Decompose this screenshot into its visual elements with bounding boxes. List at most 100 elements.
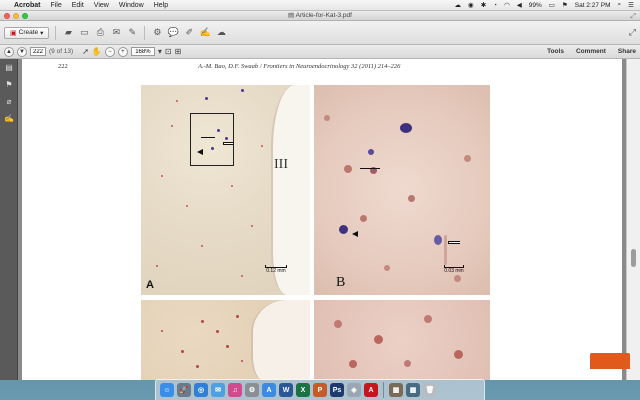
stained-cell bbox=[196, 365, 199, 368]
tools-tab[interactable]: Tools bbox=[547, 48, 564, 55]
trash-icon[interactable]: 🗑 bbox=[423, 383, 437, 397]
sign-icon[interactable]: ✍ bbox=[199, 27, 211, 39]
fiber bbox=[444, 235, 447, 265]
running-title: A.-M. Bao, D.F. Swaab / Frontiers in Neu… bbox=[198, 63, 401, 70]
create-pdf-icon: ▣ bbox=[10, 29, 17, 37]
dock-divider bbox=[383, 382, 384, 398]
hand-tool-icon[interactable]: ✋ bbox=[92, 47, 102, 56]
menu-app-name[interactable]: Acrobat bbox=[14, 2, 40, 9]
close-window-button[interactable] bbox=[4, 13, 10, 19]
scale-bar-a: 0.12 mm bbox=[265, 265, 287, 274]
toolbar-divider bbox=[144, 25, 146, 40]
menu-view[interactable]: View bbox=[94, 2, 109, 9]
preview-icon[interactable]: ◈ bbox=[347, 383, 361, 397]
stained-cell bbox=[454, 275, 461, 282]
flag-icon[interactable]: ⚑ bbox=[562, 1, 568, 9]
share-tab[interactable]: Share bbox=[618, 48, 636, 55]
create-button[interactable]: ▣ Create ▾ bbox=[4, 26, 50, 39]
powerpoint-icon[interactable]: P bbox=[313, 383, 327, 397]
menu-bar: Acrobat File Edit View Window Help ☁ ◉ ✱… bbox=[0, 0, 640, 11]
share-cloud-icon[interactable]: ☁ bbox=[215, 27, 227, 39]
next-page-icon[interactable]: ▼ bbox=[17, 46, 27, 57]
status-sync-icon[interactable]: ☁ bbox=[455, 1, 462, 9]
menu-clock[interactable]: Sat 2:27 PM bbox=[575, 2, 611, 9]
status-eye-icon[interactable]: ◉ bbox=[468, 1, 474, 9]
arrow-marker bbox=[360, 168, 380, 169]
finder-icon[interactable]: ☺ bbox=[160, 383, 174, 397]
itunes-icon[interactable]: ♫ bbox=[228, 383, 242, 397]
zoom-level-input[interactable] bbox=[130, 47, 155, 56]
stained-cell bbox=[464, 155, 471, 162]
open-arrow-marker bbox=[448, 241, 460, 244]
minimize-window-button[interactable] bbox=[13, 13, 19, 19]
window-title: Article-for-Kat-3.pdf bbox=[295, 12, 352, 19]
launchpad-icon[interactable]: 🚀 bbox=[177, 383, 191, 397]
vertical-scrollbar[interactable] bbox=[626, 59, 640, 380]
select-tool-icon[interactable]: ➚ bbox=[82, 47, 89, 56]
menu-window[interactable]: Window bbox=[119, 2, 144, 9]
panel-b-label: B bbox=[336, 275, 346, 290]
acrobat-icon[interactable]: A bbox=[364, 383, 378, 397]
zoom-out-icon[interactable]: − bbox=[104, 46, 115, 57]
zoom-in-icon[interactable]: + bbox=[117, 46, 128, 57]
figure-panel-d bbox=[314, 300, 490, 380]
menu-file[interactable]: File bbox=[50, 2, 61, 9]
open-folder-icon[interactable]: ▰ bbox=[62, 27, 74, 39]
maximize-window-button[interactable] bbox=[22, 13, 28, 19]
menu-help[interactable]: Help bbox=[154, 2, 168, 9]
bookmarks-icon[interactable]: ⚑ bbox=[0, 76, 18, 93]
signatures-icon[interactable]: ✍ bbox=[0, 110, 18, 127]
document-viewport[interactable]: 222 A.-M. Bao, D.F. Swaab / Frontiers in… bbox=[18, 59, 626, 380]
battery-percent[interactable]: 99% bbox=[529, 2, 542, 9]
stained-cell bbox=[161, 175, 163, 177]
battery-icon[interactable]: ▭ bbox=[549, 1, 555, 9]
comment-icon[interactable]: 💬 bbox=[167, 27, 179, 39]
window-titlebar: ▤ Article-for-Kat-3.pdf ⤢ bbox=[0, 11, 640, 21]
expand-panel-icon[interactable]: ⤢ bbox=[629, 27, 636, 38]
settings-icon[interactable]: ⚙ bbox=[245, 383, 259, 397]
stained-cell bbox=[201, 320, 204, 323]
safari-icon[interactable]: ◎ bbox=[194, 383, 208, 397]
status-bluetooth-icon[interactable]: ✱ bbox=[481, 1, 486, 9]
scrollbar-thumb[interactable] bbox=[631, 249, 636, 267]
figure-panel-b: B 0.03 mm bbox=[314, 85, 490, 295]
spotlight-icon[interactable]: ⌕ bbox=[618, 1, 622, 9]
gear-icon[interactable]: ⚙ bbox=[151, 27, 163, 39]
comment-tab[interactable]: Comment bbox=[576, 48, 606, 55]
print-icon[interactable]: ⎙ bbox=[94, 27, 106, 39]
stained-cell bbox=[236, 315, 239, 318]
attachments-icon[interactable]: ⌀ bbox=[0, 93, 18, 110]
status-volume-icon[interactable]: ◀ bbox=[517, 1, 522, 9]
page-number: 222 bbox=[58, 63, 68, 70]
scale-bar-b-label: 0.03 mm bbox=[444, 268, 464, 274]
mail-icon[interactable]: ✉ bbox=[211, 383, 225, 397]
downloads-icon[interactable]: ▦ bbox=[406, 383, 420, 397]
previous-page-icon[interactable]: ▲ bbox=[4, 46, 14, 57]
status-wifi-icon[interactable]: ◠ bbox=[504, 1, 510, 9]
appstore-icon[interactable]: A bbox=[262, 383, 276, 397]
stained-cell bbox=[374, 335, 383, 344]
stained-cell bbox=[424, 315, 432, 323]
email-icon[interactable]: ✉ bbox=[110, 27, 122, 39]
notification-center-icon[interactable]: ☰ bbox=[628, 1, 634, 9]
fit-page-icon[interactable]: ⊡ bbox=[165, 47, 172, 56]
zoom-dropdown-icon[interactable]: ▾ bbox=[158, 47, 162, 56]
word-icon[interactable]: W bbox=[279, 383, 293, 397]
page-number-input[interactable] bbox=[30, 47, 46, 56]
create-label: Create bbox=[18, 29, 39, 36]
menu-edit[interactable]: Edit bbox=[72, 2, 84, 9]
pdf-file-icon: ▤ bbox=[288, 12, 296, 19]
highlight-icon[interactable]: ✐ bbox=[183, 27, 195, 39]
page-thumbnails-icon[interactable]: ▤ bbox=[0, 59, 18, 76]
stained-cell bbox=[181, 350, 184, 353]
photoshop-icon[interactable]: Ps bbox=[330, 383, 344, 397]
edit-text-icon[interactable]: ✎ bbox=[126, 27, 138, 39]
stained-cell bbox=[408, 195, 415, 202]
task-pane-links: Tools Comment Share bbox=[547, 48, 636, 55]
photos-icon[interactable]: ▦ bbox=[389, 383, 403, 397]
excel-icon[interactable]: X bbox=[296, 383, 310, 397]
status-time-machine-icon[interactable]: ◔ bbox=[493, 2, 497, 9]
main-toolbar: ▣ Create ▾ ▰ ▭ ⎙ ✉ ✎ ⚙ 💬 ✐ ✍ ☁ ⤢ bbox=[0, 21, 640, 45]
read-mode-icon[interactable]: ⊞ bbox=[175, 47, 182, 56]
save-icon[interactable]: ▭ bbox=[78, 27, 90, 39]
